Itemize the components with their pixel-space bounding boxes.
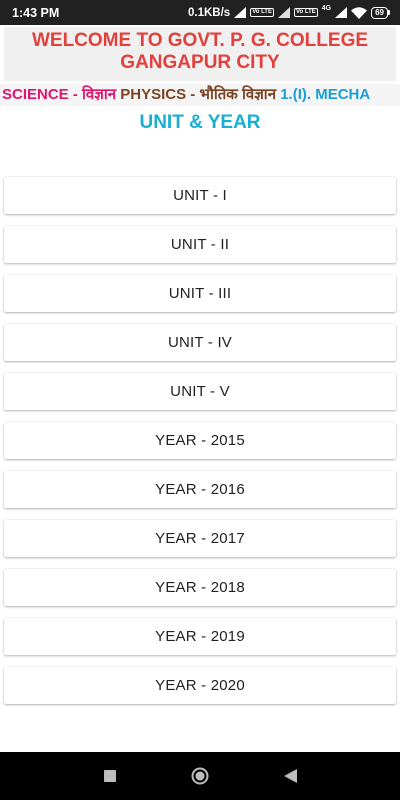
signal-icon [335,7,348,18]
year-2020-button[interactable]: YEAR - 2020 [4,667,396,704]
unit-2-button[interactable]: UNIT - II [4,226,396,263]
signal-icon [234,7,247,18]
unit-5-button[interactable]: UNIT - V [4,373,396,410]
marquee-paper: 1.(I). MECHA [280,86,371,103]
volte-badge: Vo LTE [293,8,318,17]
battery-level: 69 [375,8,384,17]
header-title-line1: WELCOME TO GOVT. P. G. COLLEGE [31,30,369,51]
header-title: WELCOME TO GOVT. P. G. COLLEGE GANGAPUR … [4,27,396,74]
recents-square-icon[interactable] [101,767,119,785]
system-nav-bar [0,752,400,800]
marquee-course: PHYSICS - भौतिक विज्ञान [120,86,277,103]
page-title: UNIT & YEAR [139,112,261,133]
network-speed: 0.1KB/s [188,6,231,19]
signal-icon [277,7,290,18]
unit-1-button[interactable]: UNIT - I [4,177,396,214]
breadcrumb-marquee: SCIENCE - विज्ञान PHYSICS - भौतिक विज्ञा… [0,84,400,106]
welcome-header: WELCOME TO GOVT. P. G. COLLEGE GANGAPUR … [4,27,396,81]
year-2019-button[interactable]: YEAR - 2019 [4,618,396,655]
unit-3-button[interactable]: UNIT - III [4,275,396,312]
marquee-subject: SCIENCE - विज्ञान [2,86,117,103]
home-circle-icon[interactable] [191,767,209,785]
year-2015-button[interactable]: YEAR - 2015 [4,422,396,459]
status-time: 1:43 PM [12,5,60,20]
year-2018-button[interactable]: YEAR - 2018 [4,569,396,606]
header-title-line2: GANGAPUR CITY [120,52,280,73]
wifi-icon [351,6,368,19]
status-bar: 1:43 PM 0.1KB/s Vo LTE Vo LTE 4G 69 [0,0,400,25]
unit-year-list: UNIT - I UNIT - II UNIT - III UNIT - IV … [4,177,396,716]
year-2016-button[interactable]: YEAR - 2016 [4,471,396,508]
status-icons: 0.1KB/s Vo LTE Vo LTE 4G 69 [188,5,390,19]
battery-icon: 69 [371,6,390,19]
volte-badge: Vo LTE [250,8,274,17]
year-2017-button[interactable]: YEAR - 2017 [4,520,396,557]
unit-4-button[interactable]: UNIT - IV [4,324,396,361]
back-triangle-icon[interactable] [281,767,299,785]
network-type: 4G [321,5,332,12]
